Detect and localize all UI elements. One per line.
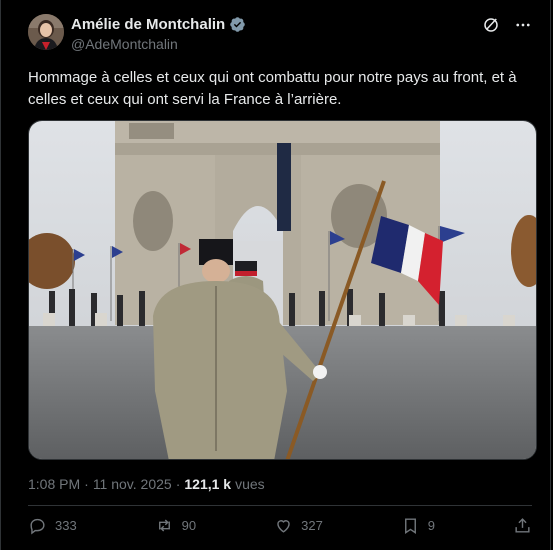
tweet-meta: 1:08 PM · 11 nov. 2025 · 121,1 k vues — [28, 476, 265, 492]
grok-icon[interactable] — [482, 16, 500, 34]
tweet-container: Amélie de Montchalin @AdeMontchalin Homm… — [0, 0, 551, 550]
tweet-photo[interactable] — [28, 120, 537, 460]
avatar[interactable] — [28, 14, 64, 50]
like-button[interactable]: 327 — [274, 516, 323, 535]
bookmark-icon — [404, 518, 416, 534]
bookmark-count: 9 — [427, 518, 436, 533]
like-icon — [277, 520, 290, 533]
repost-icon — [158, 519, 170, 532]
tweet-date[interactable]: 11 nov. 2025 — [93, 476, 172, 492]
share-button[interactable] — [513, 516, 532, 535]
like-count: 327 — [301, 518, 323, 533]
reply-button[interactable]: 333 — [28, 516, 77, 535]
author-name-row: Amélie de Montchalin — [71, 16, 246, 33]
divider — [28, 505, 532, 506]
repost-count: 90 — [181, 518, 197, 533]
views-label: vues — [235, 476, 265, 492]
author-handle[interactable]: @AdeMontchalin — [71, 36, 178, 52]
meta-separator: · — [84, 476, 89, 492]
action-bar: 333 90 327 9 — [28, 516, 532, 535]
more-icon[interactable] — [514, 16, 532, 34]
verified-badge-icon — [230, 17, 245, 32]
reply-count: 333 — [55, 518, 77, 533]
top-actions — [482, 16, 532, 34]
tweet-text: Hommage à celles et ceux qui ont combatt… — [28, 69, 517, 108]
share-icon — [515, 518, 530, 533]
bookmark-button[interactable]: 9 — [401, 516, 435, 535]
meta-separator: · — [175, 476, 181, 492]
reply-icon — [30, 518, 45, 535]
author-name[interactable]: Amélie de Montchalin — [71, 16, 225, 33]
repost-button[interactable]: 90 — [155, 516, 196, 535]
tweet-time[interactable]: 1:08 PM — [28, 476, 80, 492]
views-count: 121,1 k — [184, 476, 232, 492]
